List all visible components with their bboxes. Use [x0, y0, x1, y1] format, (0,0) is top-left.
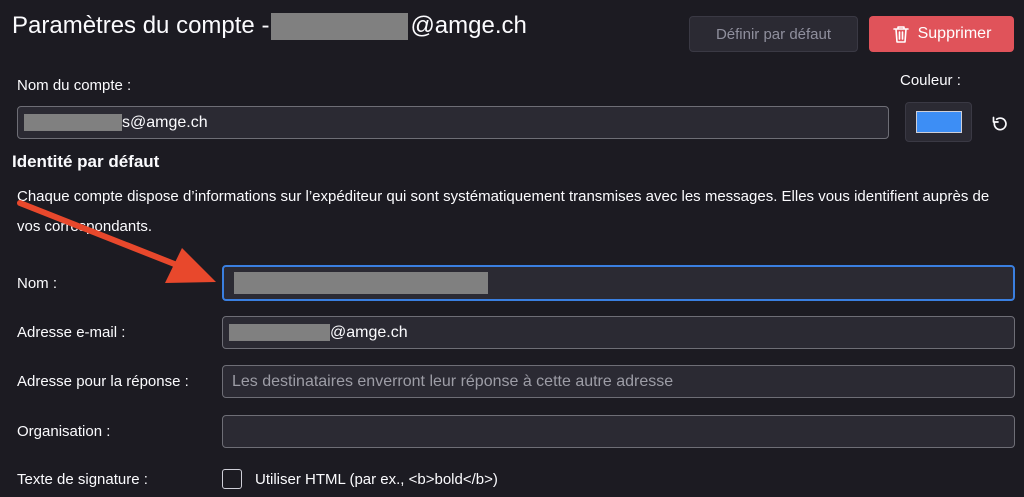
- color-swatch: [915, 111, 962, 133]
- use-html-label[interactable]: Utiliser HTML (par ex., <b>bold</b>): [255, 471, 498, 488]
- reply-to-placeholder: Les destinataires enverront leur réponse…: [232, 372, 674, 390]
- redacted-text: [271, 12, 409, 40]
- email-value: @amge.ch: [330, 323, 408, 341]
- page-title: Paramètres du compte - @amge.ch: [12, 12, 527, 40]
- email-input[interactable]: @amge.ch: [222, 316, 1015, 349]
- trash-icon: [892, 26, 909, 43]
- account-name-input[interactable]: s@amge.ch: [17, 106, 889, 139]
- color-picker[interactable]: [905, 102, 972, 142]
- set-default-button[interactable]: Définir par défaut: [689, 16, 858, 52]
- redacted-text: [229, 324, 330, 341]
- redacted-text: [24, 114, 122, 131]
- organisation-input[interactable]: [222, 415, 1015, 448]
- set-default-button-label: Définir par défaut: [715, 25, 832, 43]
- reply-to-input[interactable]: Les destinataires enverront leur réponse…: [222, 365, 1015, 398]
- email-label: Adresse e-mail :: [17, 324, 126, 341]
- page-title-prefix: Paramètres du compte -: [12, 12, 270, 39]
- reset-color-icon[interactable]: [990, 114, 1010, 134]
- account-name-label: Nom du compte :: [17, 77, 132, 94]
- identity-description: Chaque compte dispose d’informations sur…: [17, 188, 990, 235]
- name-label: Nom :: [17, 275, 58, 292]
- account-name-value: s@amge.ch: [122, 113, 208, 131]
- page-title-suffix: @amge.ch: [410, 12, 527, 39]
- signature-label: Texte de signature :: [17, 471, 148, 488]
- delete-button-label: Supprimer: [917, 25, 992, 42]
- color-label: Couleur :: [900, 72, 961, 89]
- identity-name-input[interactable]: [222, 265, 1015, 301]
- organisation-label: Organisation :: [17, 423, 111, 440]
- reply-to-label: Adresse pour la réponse :: [17, 373, 189, 390]
- section-title-identity: Identité par défaut: [12, 152, 160, 171]
- redacted-text: [234, 272, 488, 294]
- delete-button[interactable]: Supprimer: [869, 16, 1014, 52]
- use-html-checkbox[interactable]: [222, 469, 242, 489]
